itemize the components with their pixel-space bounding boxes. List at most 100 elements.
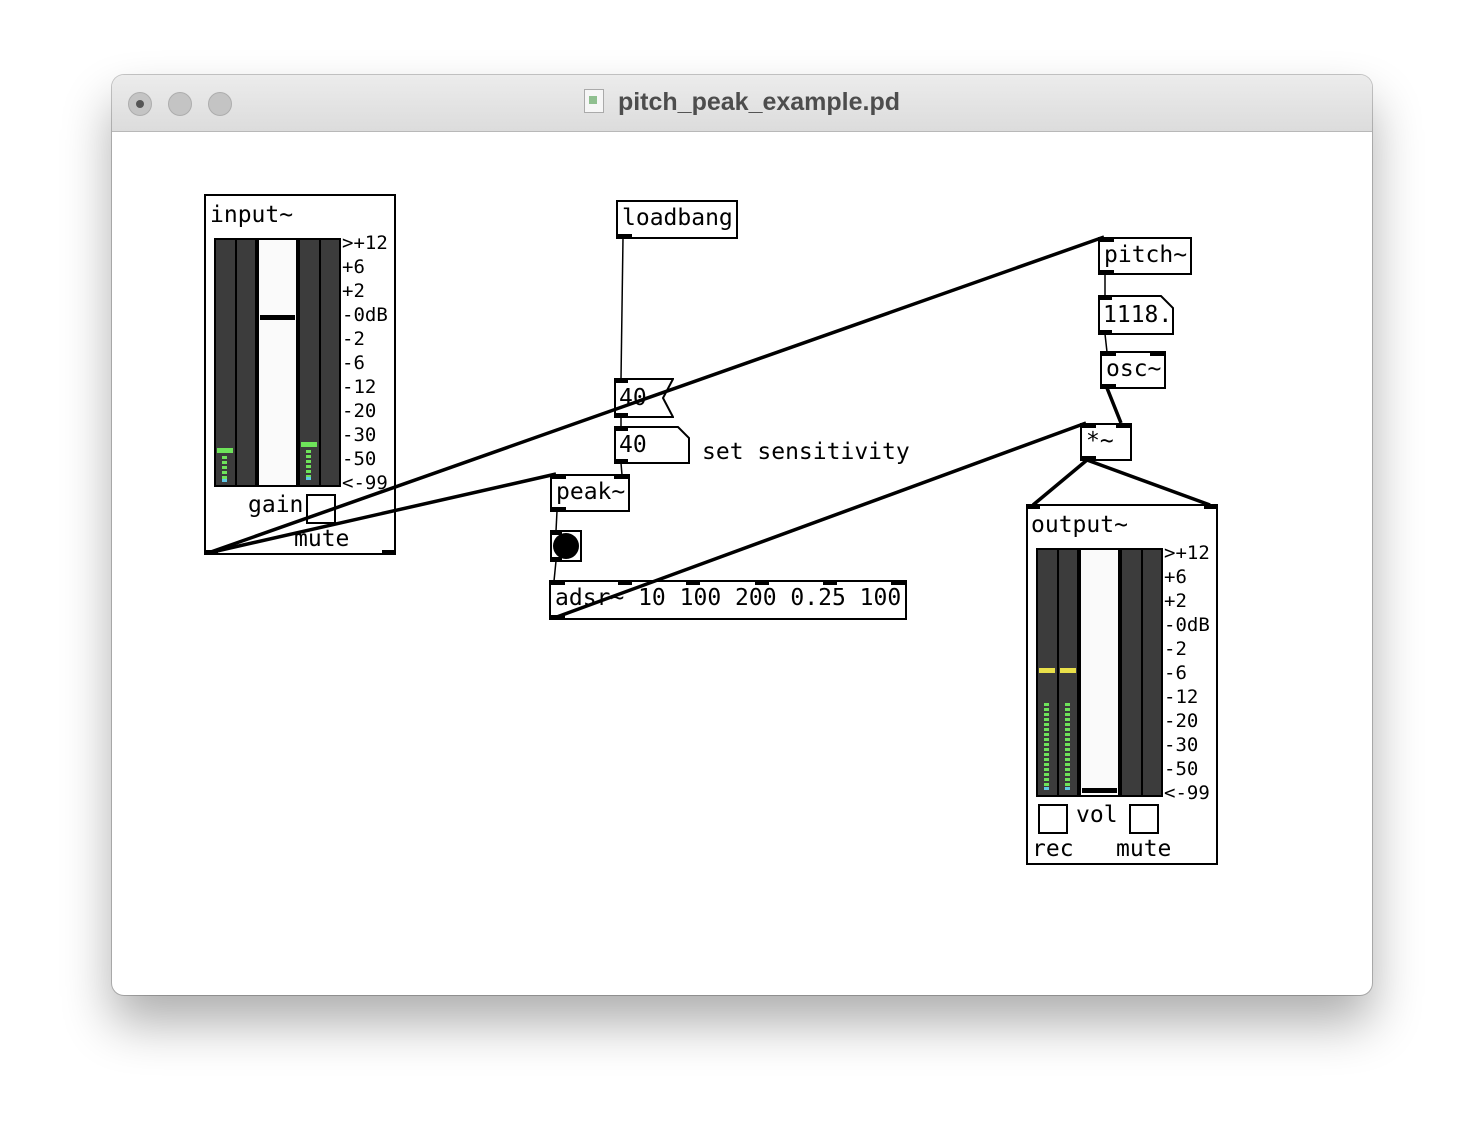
output-rec-toggle[interactable] (1038, 804, 1068, 834)
multiply-outlet[interactable] (1082, 456, 1096, 461)
input-scale-label: -2 (342, 328, 365, 350)
loadbang-label: loadbang (622, 205, 733, 231)
peak-inlet-left[interactable] (552, 474, 566, 479)
output-vol-slider-handle[interactable] (1082, 788, 1117, 793)
output-meter-left (1036, 548, 1079, 797)
adsr-inlet-3[interactable] (686, 580, 700, 585)
output-meter-left-level-2 (1065, 703, 1070, 787)
output-meter-left-peak (1039, 668, 1055, 673)
patch-canvas[interactable]: input~ >+12 +6 +2 -0dB -2 -6 -12 -20 -30 -50 <-99 … (112, 131, 1372, 995)
osc-inlet-left[interactable] (1102, 351, 1116, 356)
pitch-label: pitch~ (1104, 242, 1188, 268)
bang-indicator (553, 533, 579, 559)
multiply-inlet-left[interactable] (1082, 423, 1096, 428)
input-meter-right-level (306, 450, 311, 478)
input-scale-label: -30 (342, 424, 377, 446)
cord-osc-multiply (1105, 387, 1123, 424)
input-scale-label: +6 (342, 256, 365, 278)
input-meter-left (214, 238, 257, 487)
adsr-label: adsr~ 10 100 200 0.25 100 (555, 585, 902, 611)
peak-object[interactable]: peak~ (550, 474, 630, 512)
input-meter-right-peak (301, 442, 317, 447)
sensitivity-comment: set sensitivity (702, 439, 910, 465)
output-scale-label: <-99 (1164, 782, 1210, 804)
osc-object[interactable]: osc~ (1100, 351, 1166, 389)
output-inlet-left[interactable] (1026, 504, 1040, 509)
input-db-scale: >+12 +6 +2 -0dB -2 -6 -12 -20 -30 -50 <-99 (342, 231, 388, 495)
cord-peak-bang (555, 510, 558, 532)
input-outlet-right[interactable] (382, 550, 396, 555)
output-scale-label: >+12 (1164, 542, 1210, 564)
input-scale-label: -20 (342, 400, 377, 422)
input-meter-left-peak (217, 448, 233, 453)
output-meter-left-level (1044, 703, 1049, 787)
output-scale-label: +2 (1164, 590, 1187, 612)
pd-document-icon (583, 89, 604, 113)
adsr-object[interactable]: adsr~ 10 100 200 0.25 100 (549, 580, 907, 620)
cord-loadbang-msg (620, 237, 624, 380)
output-panel-title: output~ (1031, 512, 1128, 538)
input-scale-label: -0dB (342, 304, 388, 326)
pitch-outlet[interactable] (1100, 270, 1114, 275)
loadbang-object[interactable]: loadbang (616, 200, 738, 239)
output-scale-label: -0dB (1164, 614, 1210, 636)
adsr-outlet[interactable] (551, 615, 565, 620)
adsr-inlet-2[interactable] (618, 580, 632, 585)
input-scale-label: -50 (342, 448, 377, 470)
cord-multiply-output-left (1031, 458, 1089, 507)
input-gain-slider[interactable] (257, 238, 298, 487)
input-scale-label: >+12 (342, 232, 388, 254)
cord-number-osc (1104, 333, 1108, 353)
bang-outlet[interactable] (552, 557, 562, 562)
input-gain-slider-handle[interactable] (260, 315, 295, 320)
osc-label: osc~ (1106, 356, 1162, 382)
title-bar: pitch_peak_example.pd (112, 75, 1372, 132)
multiply-label: *~ (1086, 428, 1114, 454)
bang-button[interactable] (550, 530, 582, 562)
input-meter-right (298, 238, 341, 487)
window-title-text: pitch_peak_example.pd (617, 88, 901, 116)
cord-bang-adsr (553, 560, 557, 582)
output-meter-right (1120, 548, 1163, 797)
adsr-inlet-6[interactable] (891, 580, 905, 585)
output-rec-label: rec (1032, 836, 1074, 862)
output-mute-label: mute (1116, 836, 1172, 862)
input-meter-left-level (222, 456, 227, 480)
output-inlet-right[interactable] (1204, 504, 1218, 509)
input-scale-label: <-99 (342, 472, 388, 494)
adsr-inlet-4[interactable] (755, 580, 769, 585)
output-scale-label: -6 (1164, 662, 1187, 684)
input-mute-toggle[interactable] (306, 494, 336, 524)
pitch-inlet[interactable] (1100, 237, 1114, 242)
output-vol-slider[interactable] (1079, 548, 1120, 797)
multiply-object[interactable]: *~ (1080, 423, 1132, 461)
input-mute-label: mute (294, 526, 350, 552)
output-scale-label: -2 (1164, 638, 1187, 660)
output-scale-label: +6 (1164, 566, 1187, 588)
osc-inlet-right[interactable] (1150, 351, 1164, 356)
peak-inlet-right[interactable] (614, 474, 628, 479)
peak-label: peak~ (556, 479, 626, 505)
output-mute-toggle[interactable] (1129, 804, 1159, 834)
input-scale-label: -6 (342, 352, 365, 374)
loadbang-outlet[interactable] (618, 234, 632, 239)
output-scale-label: -30 (1164, 734, 1199, 756)
sensitivity-message-value: 40 (619, 385, 647, 411)
peak-outlet[interactable] (552, 507, 566, 512)
output-vol-label: vol (1076, 802, 1118, 828)
input-gain-label: gain (248, 492, 304, 518)
input-scale-label: +2 (342, 280, 365, 302)
pitch-number-value: 1118. (1103, 302, 1173, 328)
osc-outlet[interactable] (1102, 384, 1116, 389)
input-panel: input~ >+12 +6 +2 -0dB -2 -6 -12 -20 -30 -50 <-99 … (204, 194, 396, 555)
output-db-scale: >+12 +6 +2 -0dB -2 -6 -12 -20 -30 -50 <-99 (1164, 541, 1210, 805)
pitch-object[interactable]: pitch~ (1098, 237, 1192, 275)
sensitivity-number-value: 40 (619, 432, 647, 458)
output-scale-label: -50 (1164, 758, 1199, 780)
input-scale-label: -12 (342, 376, 377, 398)
input-outlet-left[interactable] (204, 550, 218, 555)
cord-multiply-output-right (1086, 458, 1211, 507)
multiply-inlet-right[interactable] (1116, 423, 1130, 428)
adsr-inlet-5[interactable] (823, 580, 837, 585)
adsr-inlet-1[interactable] (551, 580, 565, 585)
